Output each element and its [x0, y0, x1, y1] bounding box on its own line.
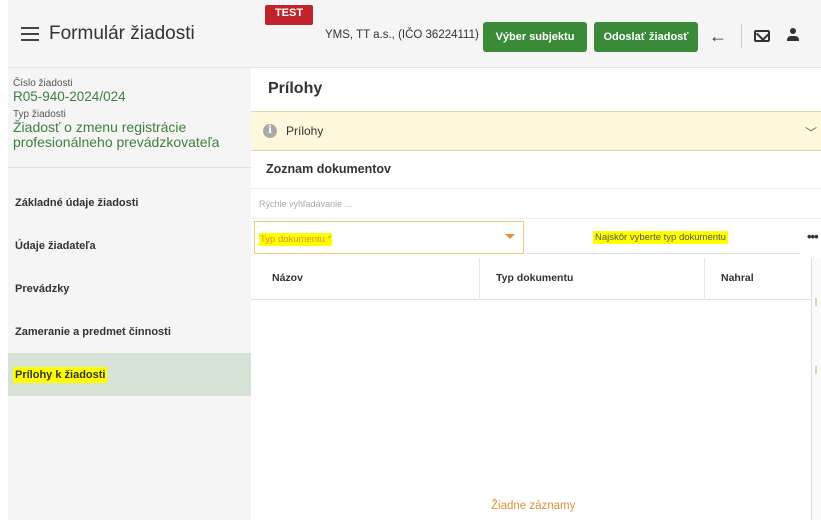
sidebar: Formulár žiadosti Číslo žiadosti R05-940… — [8, 0, 251, 520]
request-info: Číslo žiadosti R05-940-2024/024 Typ žiad… — [8, 68, 251, 168]
document-type-placeholder: Typ dokumentu * — [259, 233, 333, 246]
sidebar-item-label: Údaje žiadateľa — [15, 239, 96, 252]
documents-title: Zoznam dokumentov — [266, 162, 392, 176]
sidebar-nav: Základné údaje žiadosti Údaje žiadateľa … — [8, 168, 251, 396]
dropdown-arrow-icon — [505, 234, 515, 239]
sidebar-item-label: Zameranie a predmet činnosti — [15, 325, 171, 338]
column-header-uploaded-by[interactable]: Nahral — [721, 272, 754, 284]
request-number-label: Číslo žiadosti — [13, 78, 73, 89]
app-title: Formulár žiadosti — [49, 22, 195, 44]
quick-search-input[interactable] — [259, 199, 559, 209]
sidebar-item-label: Prevádzky — [15, 282, 70, 295]
mail-icon[interactable] — [754, 30, 770, 42]
quick-search — [251, 188, 821, 219]
document-file-input[interactable]: Najskôr vyberte typ dokumentu — [527, 221, 799, 254]
sidebar-item-label: Základné údaje žiadosti — [15, 196, 139, 209]
column-header-name[interactable]: Názov — [272, 272, 303, 284]
strip-marker — [815, 366, 817, 374]
send-request-button[interactable]: Odoslať žiadosť — [594, 22, 698, 52]
sidebar-item-focus-activity[interactable]: Zameranie a predmet činnosti — [8, 310, 251, 353]
top-bar: TEST YMS, TT a.s., (IČO 36224111) Výber … — [251, 0, 821, 68]
header-divider — [741, 24, 742, 48]
column-divider — [479, 258, 480, 300]
page-title: Prílohy — [268, 80, 323, 97]
sidebar-item-label: Prílohy k žiadosti — [13, 366, 108, 383]
sidebar-item-applicant-data[interactable]: Údaje žiadateľa — [8, 224, 251, 267]
strip-marker — [815, 298, 817, 306]
column-header-type[interactable]: Typ dokumentu — [496, 272, 573, 284]
select-subject-button[interactable]: Výber subjektu — [483, 22, 587, 52]
sidebar-item-premises[interactable]: Prevádzky — [8, 267, 251, 310]
filter-row: Typ dokumentu * Najskôr vyberte typ doku… — [251, 221, 821, 254]
request-type-value: Žiadosť o zmenu registrácie profesionáln… — [13, 119, 220, 150]
empty-table-message: Žiadne záznamy — [491, 500, 576, 512]
side-panel-strip[interactable] — [811, 258, 821, 520]
test-badge: TEST — [265, 5, 313, 25]
attachments-accordion[interactable]: i Prílohy ﹀ — [251, 111, 821, 151]
info-icon: i — [263, 124, 277, 138]
table-header: Názov Typ dokumentu Nahral — [251, 258, 811, 300]
sidebar-item-basic-data[interactable]: Základné údaje žiadosti — [8, 181, 251, 224]
document-input-hint: Najskôr vyberte typ dokumentu — [593, 231, 728, 244]
current-subject: YMS, TT a.s., (IČO 36224111) — [325, 29, 479, 41]
document-type-select[interactable]: Typ dokumentu * — [254, 221, 524, 254]
column-divider — [704, 258, 705, 300]
main-content: Prílohy i Prílohy ﹀ Zoznam dokumentov Ty… — [251, 68, 821, 520]
user-icon[interactable] — [786, 27, 800, 43]
back-arrow-icon[interactable]: ← — [709, 26, 727, 47]
request-number-value: R05-940-2024/024 — [13, 89, 126, 104]
hamburger-menu-icon[interactable] — [21, 26, 39, 41]
sidebar-item-attachments[interactable]: Prílohy k žiadosti — [8, 353, 251, 396]
app-header: Formulár žiadosti — [8, 0, 251, 68]
chevron-down-icon[interactable]: ﹀ — [805, 124, 817, 141]
more-options-icon[interactable]: ••• — [807, 229, 819, 244]
accordion-label: Prílohy — [286, 124, 324, 138]
